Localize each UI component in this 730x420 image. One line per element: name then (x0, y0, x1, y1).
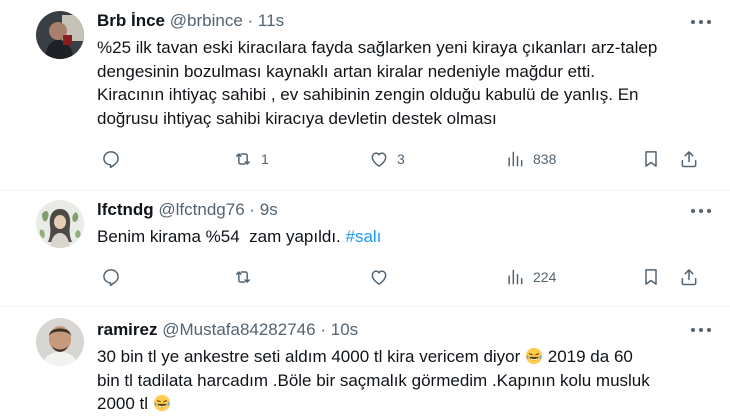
action-bar: 224 (97, 265, 710, 289)
avatar[interactable] (36, 318, 84, 366)
like-count: 3 (397, 151, 405, 167)
view-count: 224 (533, 269, 557, 285)
tweet-text-line: bin tl tadilata harcadım .Böle bir saçma… (97, 370, 650, 390)
bookmark-button[interactable] (641, 265, 661, 289)
retweet-button[interactable]: 1 (233, 147, 269, 171)
timestamp[interactable]: 9s (260, 200, 278, 219)
share-icon (681, 269, 697, 286)
tweet-text-line: 2000 tl (97, 392, 710, 416)
display-name[interactable]: lfctndg (97, 200, 154, 219)
bookmark-button[interactable] (641, 147, 661, 171)
retweet-button[interactable] (233, 265, 261, 289)
retweet-count: 1 (261, 151, 269, 167)
retweet-icon (236, 271, 250, 283)
tweet-text-line: dengesinin bozulması kaynaklı artan kira… (97, 61, 595, 81)
display-name[interactable]: Brb İnce (97, 11, 165, 30)
user-handle[interactable]: @Mustafa84282746 (162, 320, 315, 339)
tweet-text: %25 ilk tavan eski kiracılara fayda sağl… (97, 36, 710, 130)
separator-dot: · (320, 320, 326, 339)
separator-dot: · (247, 11, 254, 30)
views-button[interactable]: 224 (505, 265, 556, 289)
like-button[interactable] (369, 265, 397, 289)
tweet-text: Benim kirama %54 zam yapıldı. #salı (97, 225, 710, 249)
tweet-text-line: doğrusu ihtiyaç sahibi kiracıya devletin… (97, 108, 497, 128)
share-icon (681, 151, 697, 168)
action-bar: 1 3 838 (97, 147, 710, 171)
face-with-tears-of-joy-icon (153, 394, 170, 412)
tweet-header: ramirez @Mustafa84282746 · 10s (97, 319, 710, 341)
share-button[interactable] (679, 147, 699, 171)
tweet-text-segment: 2019 da 60 (543, 347, 633, 366)
reply-icon (103, 151, 119, 169)
tweet[interactable]: Brb İnce @brbince · 11s %25 ilk tavan es… (0, 0, 730, 191)
heart-icon (371, 152, 387, 167)
tweet-text-body: Benim kirama %54 zam yapıldı. (97, 227, 341, 246)
views-icon (508, 151, 523, 167)
separator-dot: · (249, 200, 256, 219)
bookmark-icon (645, 151, 657, 167)
view-count: 838 (533, 151, 557, 167)
heart-icon (371, 270, 387, 285)
reply-button[interactable] (101, 147, 129, 171)
reply-button[interactable] (101, 265, 129, 289)
timestamp[interactable]: 11s (258, 11, 284, 30)
tweet-header: lfctndg @lfctndg76 · 9s (97, 199, 710, 221)
tweet-text-line: 30 bin tl ye ankestre seti aldım 4000 tl… (97, 345, 710, 369)
like-button[interactable]: 3 (369, 147, 405, 171)
more-options-icon[interactable] (690, 14, 712, 30)
timestamp[interactable]: 10s (331, 320, 358, 339)
more-options-icon[interactable] (690, 322, 712, 338)
tweet-header: Brb İnce @brbince · 11s (97, 10, 710, 32)
user-handle[interactable]: @lfctndg76 (158, 200, 244, 219)
views-icon (508, 269, 523, 285)
avatar[interactable] (36, 11, 84, 59)
tweet-text-segment: 30 bin tl ye ankestre seti aldım 4000 tl… (97, 347, 521, 366)
share-button[interactable] (679, 265, 699, 289)
face-with-tears-of-joy-icon (525, 347, 543, 365)
tweet-text: 30 bin tl ye ankestre seti aldım 4000 tl… (97, 345, 710, 416)
display-name[interactable]: ramirez (97, 320, 157, 339)
tweet[interactable]: lfctndg @lfctndg76 · 9s Benim kirama %54… (0, 190, 730, 307)
more-options-icon[interactable] (690, 203, 712, 219)
hashtag-link[interactable]: #salı (346, 227, 382, 246)
tweet[interactable]: ramirez @Mustafa84282746 · 10s 30 bin tl… (0, 306, 730, 420)
tweet-text-segment: 2000 tl (97, 394, 149, 413)
avatar[interactable] (36, 200, 84, 248)
retweet-icon (236, 153, 250, 165)
tweet-text-line: Kiracının ihtiyaç sahibi , ev sahibinin … (97, 85, 639, 104)
views-button[interactable]: 838 (505, 147, 556, 171)
bookmark-icon (645, 269, 657, 285)
tweet-text-line: %25 ilk tavan eski kiracılara fayda sağl… (97, 38, 658, 57)
reply-icon (103, 269, 119, 287)
user-handle[interactable]: @brbince (170, 11, 243, 30)
